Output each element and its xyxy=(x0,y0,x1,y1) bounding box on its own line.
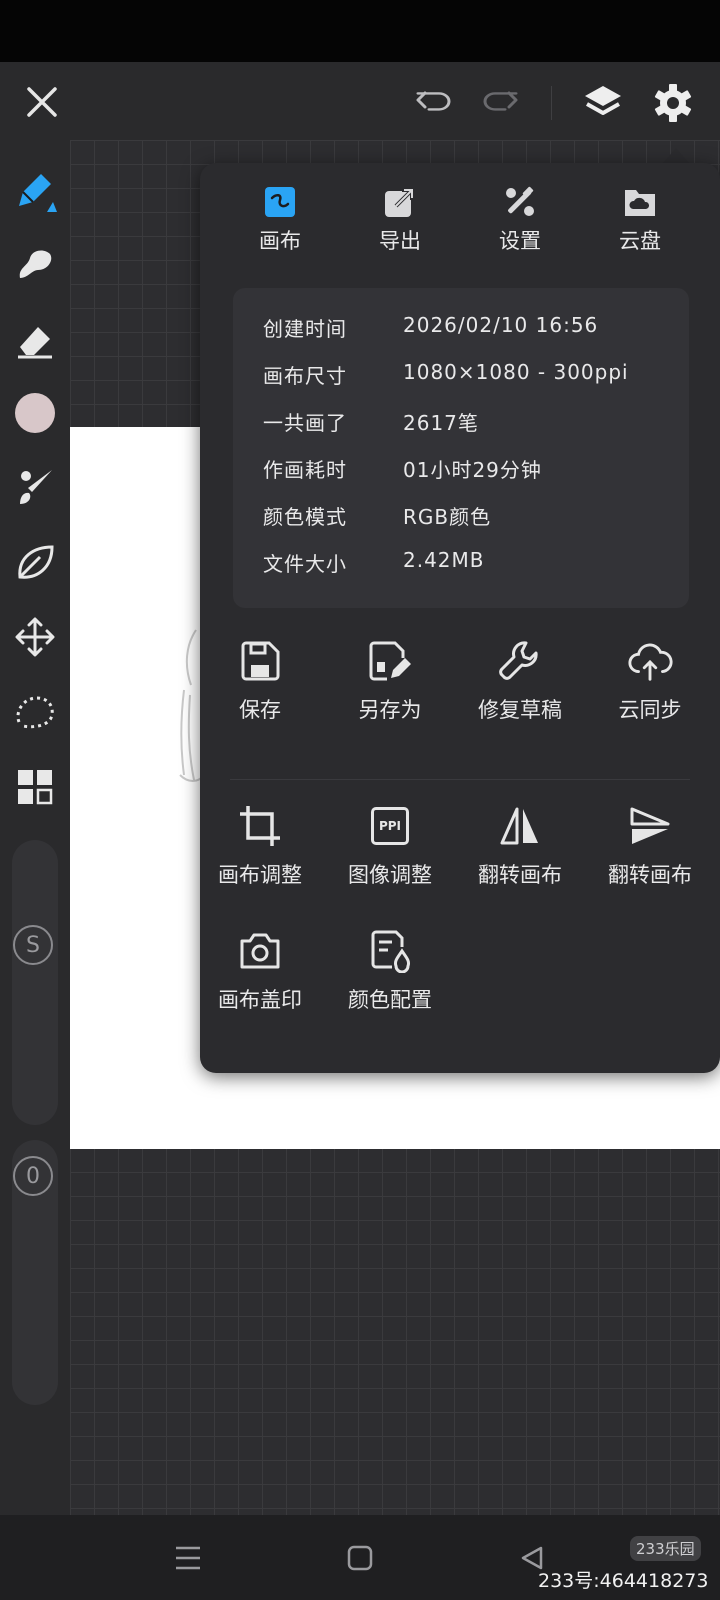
tab-settings[interactable]: 设置 xyxy=(460,185,580,255)
tab-cloud-disk[interactable]: 云盘 xyxy=(580,185,700,255)
eraser-icon[interactable] xyxy=(10,315,60,365)
settings-tools-icon xyxy=(503,185,537,219)
info-key: 画布尺寸 xyxy=(263,364,347,388)
color-config-button[interactable]: 颜色配置 xyxy=(325,928,455,1014)
left-toolbar: S 0 xyxy=(0,140,70,1515)
layers-icon[interactable] xyxy=(580,80,626,126)
ppi-icon: PPI xyxy=(367,803,413,849)
tab-export[interactable]: 导出 xyxy=(340,185,460,255)
cloud-disk-icon xyxy=(623,185,657,219)
color-swatch[interactable] xyxy=(10,388,60,438)
save-button[interactable]: 保存 xyxy=(195,638,325,724)
status-bar xyxy=(0,0,720,62)
color-config-icon xyxy=(367,928,413,974)
tab-label: 云盘 xyxy=(619,229,661,253)
close-icon[interactable] xyxy=(20,80,64,124)
move-icon[interactable] xyxy=(10,612,60,662)
info-value: RGB颜色 xyxy=(403,505,492,529)
save-as-icon xyxy=(367,638,413,684)
flip-horizontal-label: 翻转画布 xyxy=(478,863,562,887)
pen-icon[interactable] xyxy=(10,165,60,215)
leaf-icon[interactable] xyxy=(10,537,60,587)
opacity-label: 0 xyxy=(26,1163,40,1189)
cloud-sync-button[interactable]: 云同步 xyxy=(585,638,715,724)
opacity-knob[interactable]: 0 xyxy=(13,1156,53,1196)
brush-size-slider[interactable] xyxy=(12,840,58,1125)
brush-icon[interactable] xyxy=(10,462,60,512)
save-icon xyxy=(237,638,283,684)
canvas-menu-panel: 画布 导出 设置 云盘 创建时间 2026/02/10 16:56 画布尺寸 1… xyxy=(200,163,720,1073)
home-nav-icon[interactable] xyxy=(340,1538,380,1578)
canvas-adjust-button[interactable]: 画布调整 xyxy=(195,803,325,889)
info-value: 2026/02/10 16:56 xyxy=(403,313,599,337)
tab-label: 导出 xyxy=(379,229,421,253)
watermark-badge: 233乐园 xyxy=(630,1536,701,1561)
info-key: 作画耗时 xyxy=(263,458,347,482)
canvas-icon xyxy=(263,185,297,219)
save-as-button[interactable]: 另存为 xyxy=(325,638,455,724)
size-label: S xyxy=(26,932,40,958)
info-value: 2.42MB xyxy=(403,548,485,572)
info-key: 创建时间 xyxy=(263,317,347,341)
tab-canvas[interactable]: 画布 xyxy=(220,185,340,255)
canvas-info: 创建时间 2026/02/10 16:56 画布尺寸 1080×1080 - 3… xyxy=(233,288,689,608)
redo-icon[interactable] xyxy=(478,80,522,124)
info-key: 文件大小 xyxy=(263,552,347,576)
panel-separator xyxy=(230,779,690,780)
canvas-stamp-button[interactable]: 画布盖印 xyxy=(195,928,325,1014)
info-value: 1080×1080 - 300ppi xyxy=(403,360,629,384)
export-icon xyxy=(383,185,417,219)
info-key: 一共画了 xyxy=(263,411,347,435)
lasso-icon[interactable] xyxy=(10,687,60,737)
watermark-text: 233号:464418273 xyxy=(538,1570,709,1592)
wrench-icon xyxy=(497,638,543,684)
flip-horizontal-button[interactable]: 翻转画布 xyxy=(455,803,585,889)
smudge-icon[interactable] xyxy=(10,240,60,290)
undo-icon[interactable] xyxy=(412,80,456,124)
info-value: 01小时29分钟 xyxy=(403,458,542,482)
panel-pointer xyxy=(662,148,690,164)
save-label: 保存 xyxy=(239,698,281,722)
brush-size-knob[interactable]: S xyxy=(13,925,53,965)
ppi-icon-text: PPI xyxy=(371,807,409,845)
info-value: 2617笔 xyxy=(403,411,479,435)
repair-draft-label: 修复草稿 xyxy=(478,698,562,722)
canvas-stamp-label: 画布盖印 xyxy=(218,988,302,1012)
cloud-sync-label: 云同步 xyxy=(618,698,682,722)
color-config-label: 颜色配置 xyxy=(348,988,432,1012)
info-key: 颜色模式 xyxy=(263,505,347,529)
save-as-label: 另存为 xyxy=(358,698,422,722)
repair-draft-button[interactable]: 修复草稿 xyxy=(455,638,585,724)
flip-vertical-button[interactable]: 翻转画布 xyxy=(585,803,715,889)
grid-icon[interactable] xyxy=(10,762,60,812)
tab-label: 设置 xyxy=(499,229,541,253)
image-adjust-button[interactable]: PPI 图像调整 xyxy=(325,803,455,889)
flip-vertical-icon xyxy=(627,803,673,849)
camera-icon xyxy=(237,928,283,974)
toolbar-divider xyxy=(551,86,552,120)
flip-horizontal-icon xyxy=(497,803,543,849)
crop-icon xyxy=(237,803,283,849)
menu-nav-icon[interactable] xyxy=(168,1538,208,1578)
canvas-adjust-label: 画布调整 xyxy=(218,863,302,887)
image-adjust-label: 图像调整 xyxy=(348,863,432,887)
gear-icon[interactable] xyxy=(650,80,696,126)
flip-vertical-label: 翻转画布 xyxy=(608,863,692,887)
tab-label: 画布 xyxy=(259,229,301,253)
cloud-sync-icon xyxy=(627,638,673,684)
